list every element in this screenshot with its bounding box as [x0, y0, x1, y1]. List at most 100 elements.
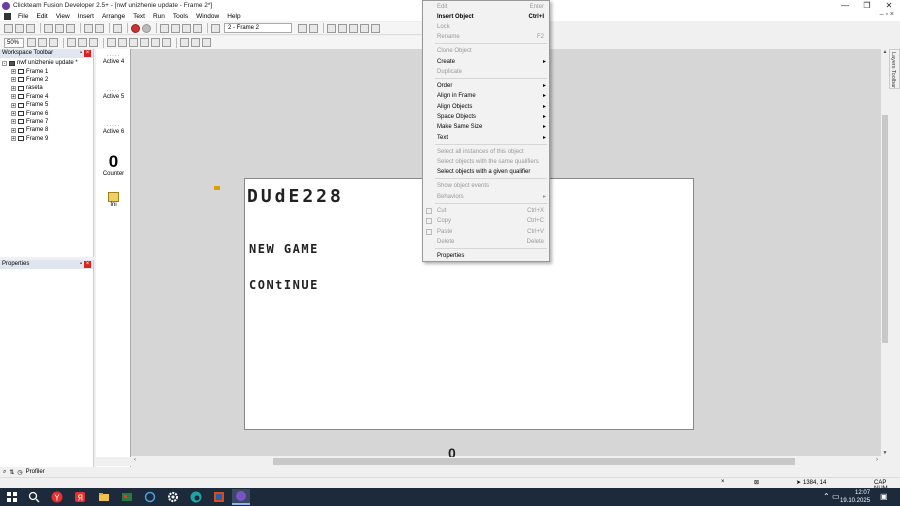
object-view-icon[interactable] — [78, 38, 87, 47]
tree-item-frame[interactable]: + Frame 1 — [0, 67, 93, 75]
objects-scrollbar[interactable] — [96, 457, 131, 466]
frame-select-dropdown[interactable]: 2 - Frame 2 — [224, 23, 292, 33]
expand-icon[interactable]: + — [11, 119, 16, 125]
scroll-thumb[interactable] — [882, 115, 888, 343]
italic-icon[interactable] — [129, 38, 138, 47]
background-view-icon[interactable] — [89, 38, 98, 47]
collapse-icon[interactable]: - — [2, 60, 7, 66]
view-mode-icon[interactable] — [67, 38, 76, 47]
minimize-button[interactable]: — — [834, 0, 856, 11]
storyboard-editor-icon[interactable] — [160, 23, 169, 33]
close-icon[interactable]: × — [84, 261, 91, 268]
clock-icon[interactable]: ◷ — [17, 469, 22, 476]
menu-item-lock[interactable]: Lock — [423, 22, 549, 32]
scroll-thumb[interactable] — [273, 458, 795, 465]
expand-icon[interactable]: + — [11, 102, 16, 108]
undo-icon[interactable] — [84, 23, 93, 33]
menu-item-clone-object[interactable]: Clone Object — [423, 46, 549, 56]
tree-item-frame[interactable]: + raseta — [0, 84, 93, 92]
menu-text[interactable]: Text — [129, 13, 149, 20]
menu-item-delete[interactable]: Delete Delete — [423, 237, 549, 247]
expand-icon[interactable]: + — [11, 85, 16, 91]
paste-icon[interactable] — [66, 23, 75, 33]
search-icon[interactable]: ⌕ — [3, 469, 6, 476]
stop-icon[interactable] — [142, 23, 151, 33]
pin-icon[interactable]: ▪ — [80, 260, 82, 269]
zoom-out-icon[interactable] — [49, 38, 58, 47]
object-item[interactable]: ····· Active 4 — [96, 53, 131, 65]
scroll-up-icon[interactable]: ▲ — [881, 49, 889, 55]
align-left-icon[interactable] — [180, 38, 189, 47]
windows-start-icon[interactable] — [6, 491, 18, 503]
expand-icon[interactable]: + — [11, 136, 16, 142]
yandex-browser-icon[interactable]: Y — [51, 491, 63, 503]
app-icon[interactable] — [121, 491, 133, 503]
layout-icon[interactable] — [360, 23, 369, 33]
tree-item-frame[interactable]: + Frame 6 — [0, 109, 93, 117]
next-frame-icon[interactable] — [309, 23, 318, 33]
tree-item-frame[interactable]: + Frame 9 — [0, 135, 93, 143]
event-list-icon[interactable] — [193, 23, 202, 33]
scroll-down-icon[interactable]: ▼ — [881, 450, 889, 456]
maximize-button[interactable]: ❐ — [856, 0, 878, 11]
menu-item-select-given-qualifier[interactable]: Select objects with a given qualifier — [423, 167, 549, 177]
grid-setup-icon[interactable] — [327, 23, 336, 33]
close-button[interactable]: ✕ — [878, 0, 900, 11]
menu-item-show-object-events[interactable]: Show object events — [423, 181, 549, 191]
zoom-in-icon[interactable] — [38, 38, 47, 47]
scroll-right-icon[interactable]: › — [876, 457, 878, 463]
settings-icon[interactable] — [167, 491, 179, 503]
refresh-app-icon[interactable] — [144, 491, 156, 503]
tree-item-application[interactable]: - nwf unizhenie update * — [0, 59, 93, 67]
object-handle-icon[interactable] — [214, 186, 220, 190]
menu-item-duplicate[interactable]: Duplicate — [423, 67, 549, 77]
previous-frame-icon[interactable] — [298, 23, 307, 33]
resize-icon[interactable]: ⊠ — [754, 479, 759, 486]
menu-item-order[interactable]: Order ▸ — [423, 81, 549, 91]
taskbar-clock[interactable]: 12:07 19.10.2025 — [840, 489, 870, 505]
frame-properties-icon[interactable] — [211, 23, 220, 33]
menu-item-paste[interactable]: Paste Ctrl+V — [423, 227, 549, 237]
vertical-scrollbar[interactable]: ▲ ▼ — [881, 49, 889, 456]
cut-icon[interactable] — [44, 23, 53, 33]
layers-toolbar-tab[interactable]: Layers Toolbar — [889, 49, 900, 89]
clickteam-fusion-taskbar-icon[interactable] — [232, 489, 250, 505]
expand-icon[interactable]: + — [11, 77, 16, 83]
menu-file[interactable]: File — [14, 13, 32, 20]
align-right-icon[interactable] — [202, 38, 211, 47]
object-item[interactable]: 0 Counter — [96, 153, 131, 178]
zoom-select-dropdown[interactable]: 50% — [4, 37, 24, 48]
new-file-icon[interactable] — [4, 23, 13, 33]
menu-arrange[interactable]: Arrange — [98, 13, 129, 20]
game-app-icon[interactable] — [213, 491, 225, 503]
bold-icon[interactable] — [118, 38, 127, 47]
network-icon[interactable]: ▭ — [832, 492, 840, 501]
object-item[interactable]: ····· Active 6 — [96, 123, 131, 135]
copy-icon[interactable] — [55, 23, 64, 33]
save-icon[interactable] — [26, 23, 35, 33]
redo-icon[interactable] — [95, 23, 104, 33]
notifications-icon[interactable]: ▣ — [880, 492, 888, 501]
align-icon[interactable] — [349, 23, 358, 33]
underline-icon[interactable] — [140, 38, 149, 47]
menu-help[interactable]: Help — [223, 13, 244, 20]
menu-item-insert-object[interactable]: Insert Object Ctrl+I — [423, 12, 549, 22]
hand-tool-icon[interactable] — [27, 38, 36, 47]
open-file-icon[interactable] — [15, 23, 24, 33]
yandex-icon[interactable]: Я — [74, 491, 86, 503]
sort-icon[interactable]: ⇅ — [9, 469, 14, 476]
expand-icon[interactable]: + — [11, 94, 16, 100]
new-game-object[interactable]: NEW GAME — [249, 242, 319, 256]
menu-item-edit[interactable]: Edit Enter — [423, 2, 549, 12]
scroll-left-icon[interactable]: ‹ — [134, 457, 136, 463]
folder-icon[interactable] — [98, 491, 110, 503]
close-icon[interactable]: × — [84, 50, 91, 57]
tree-item-frame[interactable]: + Frame 7 — [0, 118, 93, 126]
search-icon[interactable] — [28, 491, 40, 503]
continue-object[interactable]: CONtINUE — [249, 278, 319, 292]
expand-icon[interactable]: + — [11, 127, 16, 133]
tree-item-frame[interactable]: + Frame 4 — [0, 93, 93, 101]
document-window-controls[interactable]: – ▫ × — [880, 11, 894, 18]
menu-item-align-objects[interactable]: Align Objects ▸ — [423, 102, 549, 112]
menu-tools[interactable]: Tools — [169, 13, 192, 20]
